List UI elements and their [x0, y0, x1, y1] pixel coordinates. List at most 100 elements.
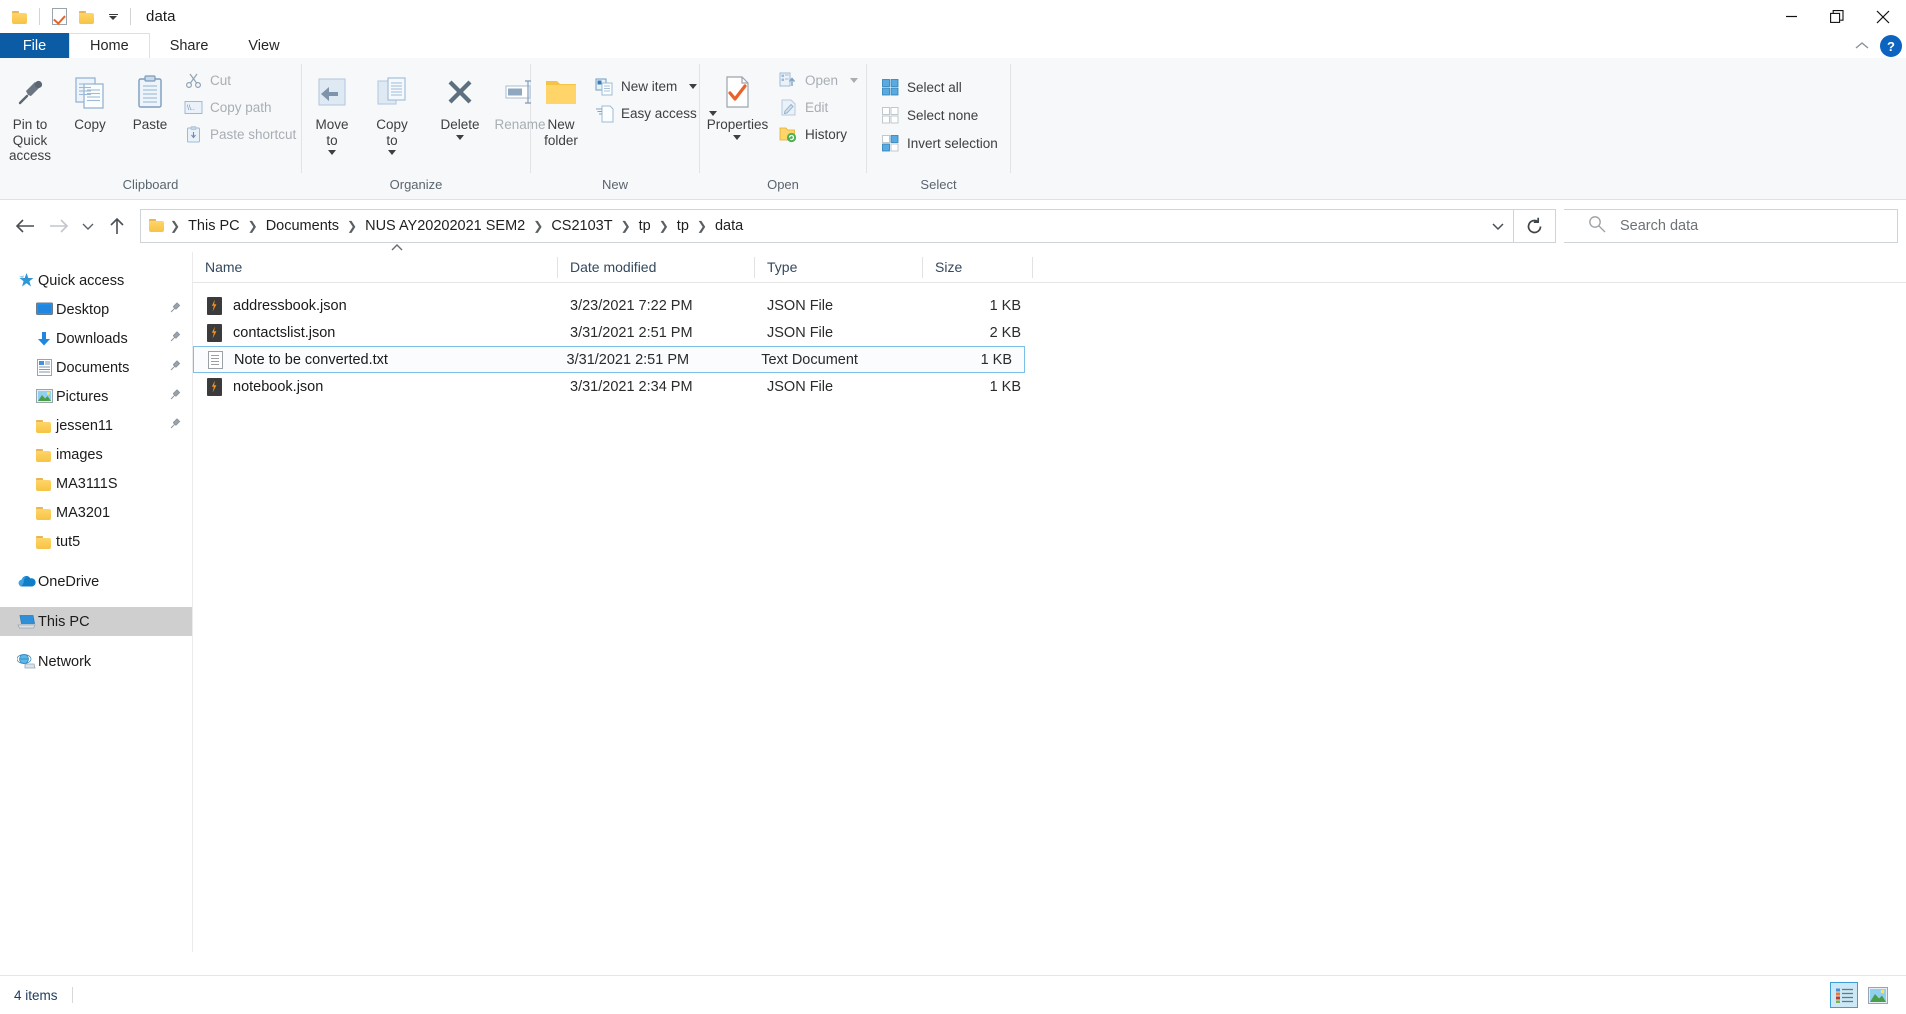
properties-check-icon[interactable]: [45, 4, 73, 30]
breadcrumb-item-tp-1[interactable]: tp: [634, 216, 656, 236]
pin-icon[interactable]: [168, 417, 182, 435]
sidebar-item-ma3201[interactable]: MA3201: [0, 498, 192, 527]
title-bar: data: [0, 0, 1906, 33]
pin-to-quick-access-button[interactable]: Pin to Quick access: [0, 66, 60, 164]
breadcrumb-separator: ❯: [533, 219, 544, 233]
help-icon[interactable]: ?: [1880, 35, 1902, 57]
file-size-cell: 1 KB: [980, 351, 1013, 368]
column-header-name[interactable]: Name: [193, 252, 558, 283]
large-icons-view-button[interactable]: [1864, 982, 1892, 1008]
svg-text:\\..: \\..: [187, 105, 195, 112]
edit-button[interactable]: Edit: [775, 95, 866, 120]
breadcrumb-item-nus[interactable]: NUS AY20202021 SEM2: [360, 216, 530, 236]
open-button[interactable]: Open: [775, 68, 866, 93]
move-to-button[interactable]: Move to: [302, 66, 362, 156]
details-view-button[interactable]: [1830, 982, 1858, 1008]
chevron-down-icon[interactable]: [328, 150, 336, 156]
minimize-icon[interactable]: [1768, 0, 1814, 33]
sidebar-item-network[interactable]: Network: [0, 647, 192, 676]
customize-dropdown-icon[interactable]: [101, 4, 125, 30]
sidebar-item-onedrive[interactable]: OneDrive: [0, 567, 192, 596]
copy-button[interactable]: Copy: [60, 66, 120, 133]
breadcrumb-separator: ❯: [247, 219, 258, 233]
sidebar-item-this-pc[interactable]: This PC: [0, 607, 192, 636]
ribbon-group-clipboard: Pin to Quick access Copy Paste Cut \\.. …: [0, 58, 301, 199]
sidebar-item-jessen11[interactable]: jessen11: [0, 411, 192, 440]
tab-file[interactable]: File: [0, 33, 69, 58]
ribbon-tabs: File Home Share View ?: [0, 33, 1906, 58]
breadcrumb-bar[interactable]: ❯ This PC ❯ Documents ❯ NUS AY20202021 S…: [140, 209, 1514, 243]
sidebar-item-quick-access[interactable]: Quick access: [0, 266, 192, 295]
table-row[interactable]: contactslist.json 3/31/2021 2:51 PM JSON…: [193, 319, 1906, 346]
sidebar-item-desktop[interactable]: Desktop: [0, 295, 192, 324]
file-type-cell: JSON File: [767, 297, 834, 314]
sidebar-item-images[interactable]: images: [0, 440, 192, 469]
properties-button[interactable]: Properties: [700, 66, 775, 140]
column-header-type[interactable]: Type: [755, 252, 923, 283]
sidebar-item-ma3111s[interactable]: MA3111S: [0, 469, 192, 498]
back-arrow-icon[interactable]: [8, 209, 42, 243]
delete-button[interactable]: Delete: [430, 66, 490, 140]
table-row[interactable]: notebook.json 3/31/2021 2:34 PM JSON Fil…: [193, 373, 1906, 400]
scissors-icon: [184, 71, 203, 90]
paste-shortcut-label: Paste shortcut: [210, 127, 297, 142]
forward-arrow-icon[interactable]: [42, 209, 76, 243]
column-header-size[interactable]: Size: [923, 252, 1033, 283]
copy-path-button[interactable]: \\.. Copy path: [180, 95, 304, 120]
restore-icon[interactable]: [1814, 0, 1860, 33]
new-folder-icon[interactable]: [73, 4, 101, 30]
tab-share[interactable]: Share: [149, 33, 229, 58]
breadcrumb-item-cs2103t[interactable]: CS2103T: [546, 216, 617, 236]
history-button[interactable]: History: [775, 122, 866, 147]
recent-locations-icon[interactable]: [76, 209, 100, 243]
copy-to-label: Copy to: [376, 117, 408, 148]
column-header-date-modified[interactable]: Date modified: [558, 252, 755, 283]
paste-button[interactable]: Paste: [120, 66, 180, 133]
breadcrumb-item-documents[interactable]: Documents: [261, 216, 344, 236]
sidebar-item-downloads[interactable]: Downloads: [0, 324, 192, 353]
pin-icon[interactable]: [168, 388, 182, 406]
chevron-down-icon[interactable]: [456, 134, 464, 140]
folder-icon[interactable]: [6, 4, 34, 30]
close-icon[interactable]: [1860, 0, 1906, 33]
sidebar-item-tut5[interactable]: tut5: [0, 527, 192, 556]
select-all-button[interactable]: Select all: [877, 74, 1006, 100]
table-row[interactable]: Note to be converted.txt 3/31/2021 2:51 …: [193, 346, 1025, 373]
chevron-down-icon[interactable]: [388, 150, 396, 156]
invert-selection-button[interactable]: Invert selection: [877, 130, 1006, 156]
copy-to-button[interactable]: Copy to: [362, 66, 422, 156]
pin-icon[interactable]: [168, 330, 182, 348]
chevron-down-icon[interactable]: [689, 84, 698, 89]
breadcrumb-item-data[interactable]: data: [710, 216, 748, 236]
delete-x-icon: [441, 70, 479, 114]
search-icon: [1588, 215, 1606, 238]
chevron-down-icon[interactable]: [733, 134, 742, 140]
sidebar-item-label: Desktop: [56, 301, 110, 318]
tab-home[interactable]: Home: [69, 33, 150, 58]
file-type-cell: JSON File: [767, 378, 834, 395]
select-none-button[interactable]: Select none: [877, 102, 1006, 128]
breadcrumb-item-tp-2[interactable]: tp: [672, 216, 694, 236]
paste-shortcut-button[interactable]: Paste shortcut: [180, 122, 304, 147]
breadcrumb-item-this-pc[interactable]: This PC: [183, 216, 245, 236]
chevron-down-icon[interactable]: [850, 78, 858, 83]
refresh-icon[interactable]: [1514, 209, 1556, 243]
ribbon-group-organize: Move to Copy to Delete Rename Organize: [302, 58, 546, 199]
search-input[interactable]: Search data: [1564, 209, 1898, 243]
address-dropdown-icon[interactable]: [1485, 211, 1511, 241]
sidebar-item-documents[interactable]: Documents: [0, 353, 192, 382]
collapse-ribbon-icon[interactable]: [1854, 38, 1870, 54]
pin-icon[interactable]: [168, 359, 182, 377]
sidebar-item-pictures[interactable]: Pictures: [0, 382, 192, 411]
pin-icon[interactable]: [168, 301, 182, 319]
divider: [71, 987, 73, 1003]
table-row[interactable]: addressbook.json 3/23/2021 7:22 PM JSON …: [193, 292, 1906, 319]
move-to-label: Move to: [315, 117, 349, 148]
copy-icon: [71, 70, 109, 114]
up-arrow-icon[interactable]: [100, 209, 134, 243]
tab-view[interactable]: View: [228, 33, 300, 58]
cut-button[interactable]: Cut: [180, 68, 304, 93]
new-folder-button[interactable]: New folder: [531, 66, 591, 148]
ribbon-group-label-select: Select: [920, 177, 957, 192]
ribbon: Pin to Quick access Copy Paste Cut \\.. …: [0, 58, 1906, 200]
